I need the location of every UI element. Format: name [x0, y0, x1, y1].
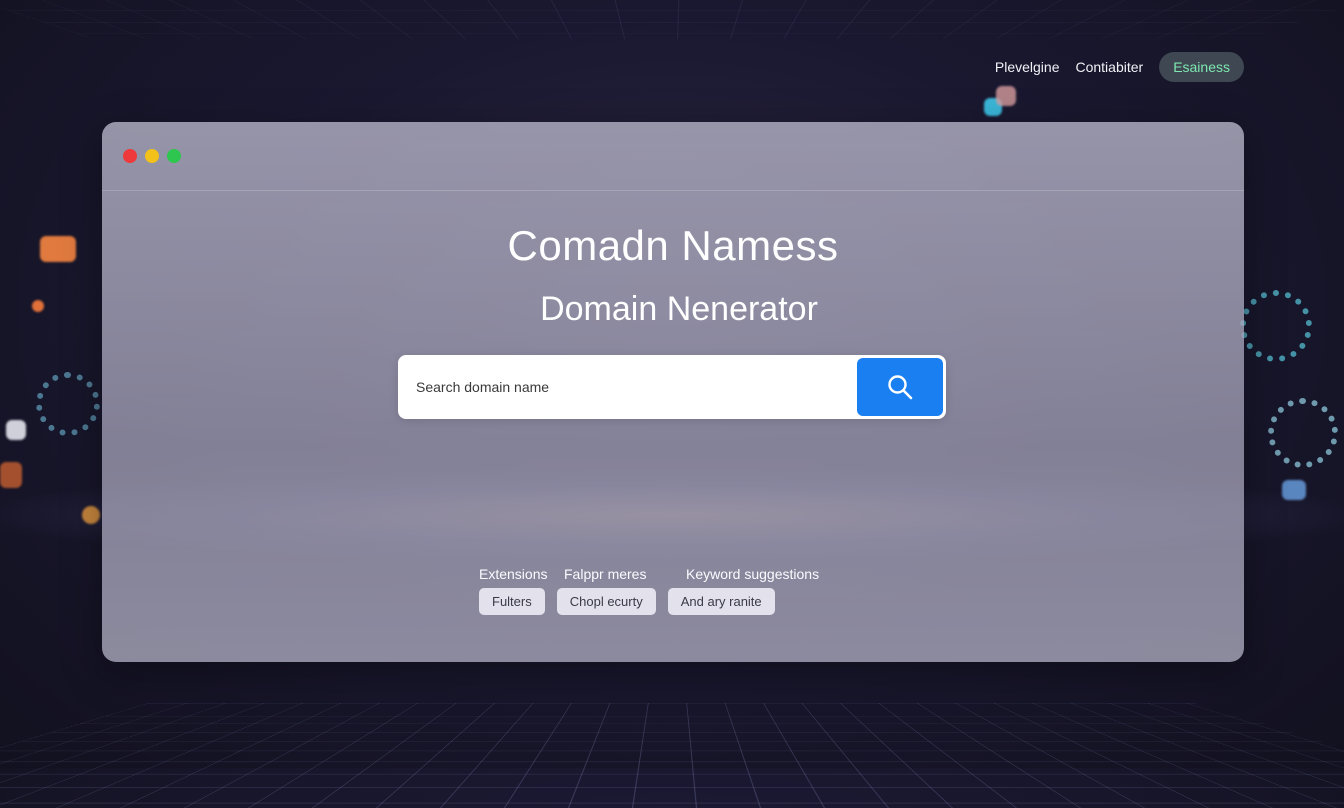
search-icon [888, 375, 913, 400]
maximize-window-button[interactable] [167, 149, 181, 163]
search-button[interactable] [857, 358, 943, 416]
filter-chips: Fulters Chopl ecurty And ary ranite [479, 588, 819, 615]
background-ring [1268, 398, 1338, 468]
filter-label-keyword-suggestions: Keyword suggestions [686, 566, 820, 582]
nav-link-contiabiter[interactable]: Contiabiter [1075, 59, 1143, 75]
nav-link-plevelgine[interactable]: Plevelgine [995, 59, 1060, 75]
filter-section: Extensions Falppr meres Keyword suggesti… [479, 566, 819, 615]
background-orb [0, 462, 22, 488]
background-orb [82, 506, 100, 524]
page-title: Comadn Namess [507, 222, 839, 269]
background-ring [1240, 290, 1312, 362]
background-grid-top [0, 0, 1344, 39]
chip-chopl-ecurty[interactable]: Chopl ecurty [556, 588, 656, 615]
background-orb [32, 300, 44, 312]
page-subtitle: Domain Nenerator [540, 290, 818, 328]
nav-pill-esainess[interactable]: Esainess [1159, 52, 1244, 82]
filter-label-extensions: Extensions [479, 566, 548, 582]
background-orb [6, 420, 26, 440]
chip-fulters[interactable]: Fulters [479, 588, 545, 615]
search-bar [398, 354, 946, 420]
window-titlebar [102, 122, 1244, 191]
background-grid [0, 703, 1344, 808]
minimize-window-button[interactable] [145, 149, 159, 163]
close-window-button[interactable] [123, 149, 137, 163]
search-input[interactable] [398, 354, 857, 420]
background-orb [1282, 480, 1306, 500]
app-window: Comadn Namess Domain Nenerator Extension… [102, 122, 1244, 662]
background-orb [40, 236, 76, 262]
filter-labels: Extensions Falppr meres Keyword suggesti… [479, 566, 819, 582]
background-ring [36, 372, 100, 436]
background-orb [996, 86, 1016, 106]
chip-and-ary-ranite[interactable]: And ary ranite [667, 588, 775, 615]
filter-label-falppr-meres: Falppr meres [564, 566, 647, 582]
top-nav: Plevelgine Contiabiter Esainess [995, 52, 1244, 82]
